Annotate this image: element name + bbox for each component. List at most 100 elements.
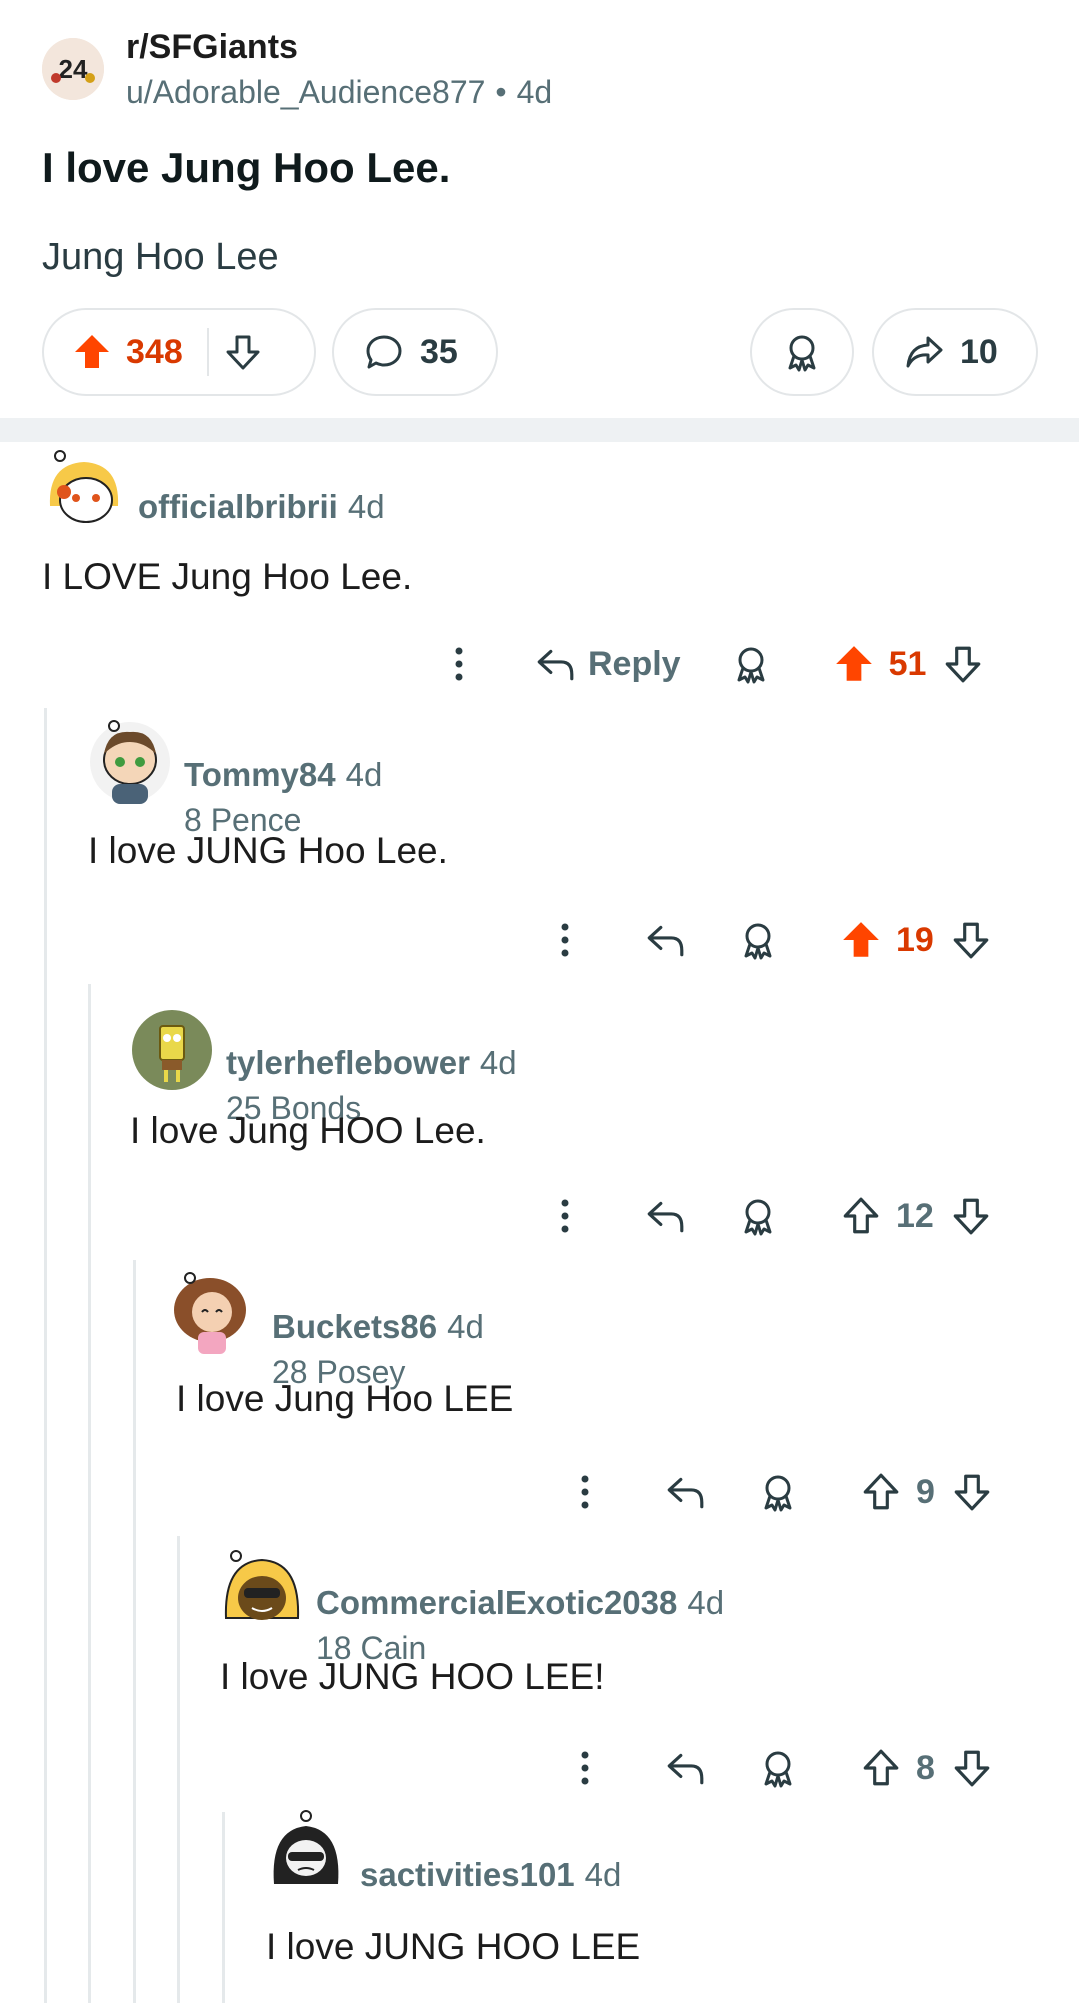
comment-age: 4d — [347, 488, 385, 525]
comment-actions: Reply 51 — [444, 634, 984, 694]
username[interactable]: Buckets86 — [272, 1308, 437, 1345]
reply-icon[interactable] — [664, 1471, 706, 1513]
username[interactable]: officialbribrii — [138, 488, 338, 525]
comment-username[interactable]: sactivities101 4d — [360, 1856, 621, 1894]
share-icon — [904, 332, 944, 372]
reply-icon[interactable] — [644, 919, 686, 961]
reply-button[interactable]: Reply — [534, 643, 681, 685]
post-age: 4d — [516, 74, 553, 110]
post-meta: u/Adorable_Audience877 • 4d — [126, 74, 552, 111]
username[interactable]: sactivities101 — [360, 1856, 575, 1893]
avatar[interactable] — [220, 1548, 304, 1632]
avatar[interactable] — [130, 1008, 214, 1092]
comment-age: 4d — [345, 756, 383, 793]
award-button[interactable] — [750, 308, 854, 396]
comment-text: I LOVE Jung Hoo Lee. — [42, 556, 413, 597]
downvote-icon[interactable] — [950, 1195, 992, 1237]
upvote-icon[interactable] — [833, 643, 875, 685]
award-icon[interactable] — [731, 644, 771, 684]
upvote-icon[interactable] — [840, 919, 882, 961]
award-icon[interactable] — [758, 1748, 798, 1788]
vote-divider — [206, 328, 209, 376]
downvote-icon[interactable] — [951, 1747, 993, 1789]
comment: sactivities101 4d I love JUNG HOO LEE — [264, 1808, 1044, 1988]
comment: officialbribrii 4d I LOVE Jung Hoo Lee. — [42, 448, 1042, 598]
comment-text: I love JUNG Hoo Lee. — [88, 830, 448, 871]
comment-score: 51 — [888, 644, 927, 683]
award-icon[interactable] — [738, 1196, 778, 1236]
reply-icon[interactable] — [664, 1747, 706, 1789]
comment-actions: 9 — [570, 1462, 993, 1522]
comment-score: 9 — [916, 1472, 935, 1511]
thread-line — [44, 708, 47, 2003]
comments-button[interactable]: 35 — [332, 308, 498, 396]
comment-age: 4d — [447, 1308, 484, 1345]
comment-age: 4d — [687, 1584, 725, 1621]
avatar[interactable] — [42, 448, 126, 532]
thread-line — [222, 1812, 225, 2003]
comment-age: 4d — [584, 1856, 622, 1893]
post-title: I love Jung Hoo Lee. — [42, 144, 451, 191]
comment: tylerheflebower 4d 25 Bonds I love Jung H… — [130, 1008, 1030, 1158]
reply-icon[interactable] — [644, 1195, 686, 1237]
comment-text: I love JUNG HOO LEE! — [220, 1656, 605, 1697]
comment-actions: 12 — [550, 1186, 992, 1246]
comment-username[interactable]: Buckets86 4d — [272, 1308, 484, 1346]
upvote-icon[interactable] — [860, 1747, 902, 1789]
thread-line — [133, 1260, 136, 2003]
avatar[interactable] — [264, 1808, 348, 1892]
comment-actions: 19 — [550, 910, 992, 970]
more-icon[interactable] — [550, 1196, 580, 1236]
username[interactable]: CommercialExotic2038 — [316, 1584, 677, 1621]
award-icon — [782, 332, 822, 372]
comment-text: I love Jung HOO Lee. — [130, 1110, 486, 1151]
comment-username[interactable]: tylerheflebower 4d — [226, 1044, 517, 1082]
share-count: 10 — [960, 332, 998, 371]
award-icon[interactable] — [738, 920, 778, 960]
post-vote-pill: 348 — [42, 308, 316, 396]
downvote-icon[interactable] — [950, 919, 992, 961]
upvote-icon[interactable] — [840, 1195, 882, 1237]
downvote-icon[interactable] — [223, 332, 263, 372]
comment-username[interactable]: officialbribrii 4d — [138, 488, 385, 526]
upvote-icon[interactable] — [860, 1471, 902, 1513]
more-icon[interactable] — [444, 644, 474, 684]
avatar[interactable] — [168, 1272, 252, 1356]
comment-score: 8 — [916, 1748, 935, 1787]
comment-username[interactable]: Tommy84 4d — [184, 756, 382, 794]
post-score: 348 — [126, 332, 183, 371]
more-icon[interactable] — [550, 920, 580, 960]
avatar[interactable] — [88, 720, 172, 804]
subreddit-icon-text: 24 — [59, 54, 88, 84]
meta-separator: • — [495, 74, 507, 110]
comment-count: 35 — [420, 332, 458, 371]
post-author[interactable]: u/Adorable_Audience877 — [126, 74, 485, 110]
section-divider — [0, 418, 1079, 442]
comment-icon — [364, 332, 404, 372]
comment-text: I love Jung Hoo LEE — [176, 1378, 514, 1419]
thread-line — [177, 1536, 180, 2003]
upvote-icon[interactable] — [72, 332, 112, 372]
username[interactable]: tylerheflebower — [226, 1044, 470, 1081]
subreddit-avatar[interactable]: 24 — [42, 38, 104, 100]
comment-age: 4d — [479, 1044, 517, 1081]
subreddit-name[interactable]: r/SFGiants — [126, 28, 298, 67]
reply-icon — [534, 643, 576, 685]
comment-actions: 8 — [570, 1738, 993, 1798]
downvote-icon[interactable] — [942, 643, 984, 685]
comment-text: I love JUNG HOO LEE — [266, 1926, 641, 1967]
share-button[interactable]: 10 — [872, 308, 1038, 396]
thread-line — [88, 984, 91, 2003]
comment: Buckets86 4d 28 Posey I love Jung Hoo LEE — [170, 1272, 1032, 1432]
post-header: 24 r/SFGiants u/Adorable_Audience877 • 4d — [42, 28, 1042, 111]
reply-label: Reply — [588, 644, 681, 683]
award-icon[interactable] — [758, 1472, 798, 1512]
comment-username[interactable]: CommercialExotic2038 4d — [316, 1584, 724, 1622]
username[interactable]: Tommy84 — [184, 756, 336, 793]
downvote-icon[interactable] — [951, 1471, 993, 1513]
more-icon[interactable] — [570, 1472, 600, 1512]
comment: Tommy84 4d 8 Pence I love JUNG Hoo Lee. — [88, 720, 1038, 880]
post-body: Jung Hoo Lee — [42, 236, 279, 278]
comment-score: 12 — [896, 1196, 934, 1235]
more-icon[interactable] — [570, 1748, 600, 1788]
